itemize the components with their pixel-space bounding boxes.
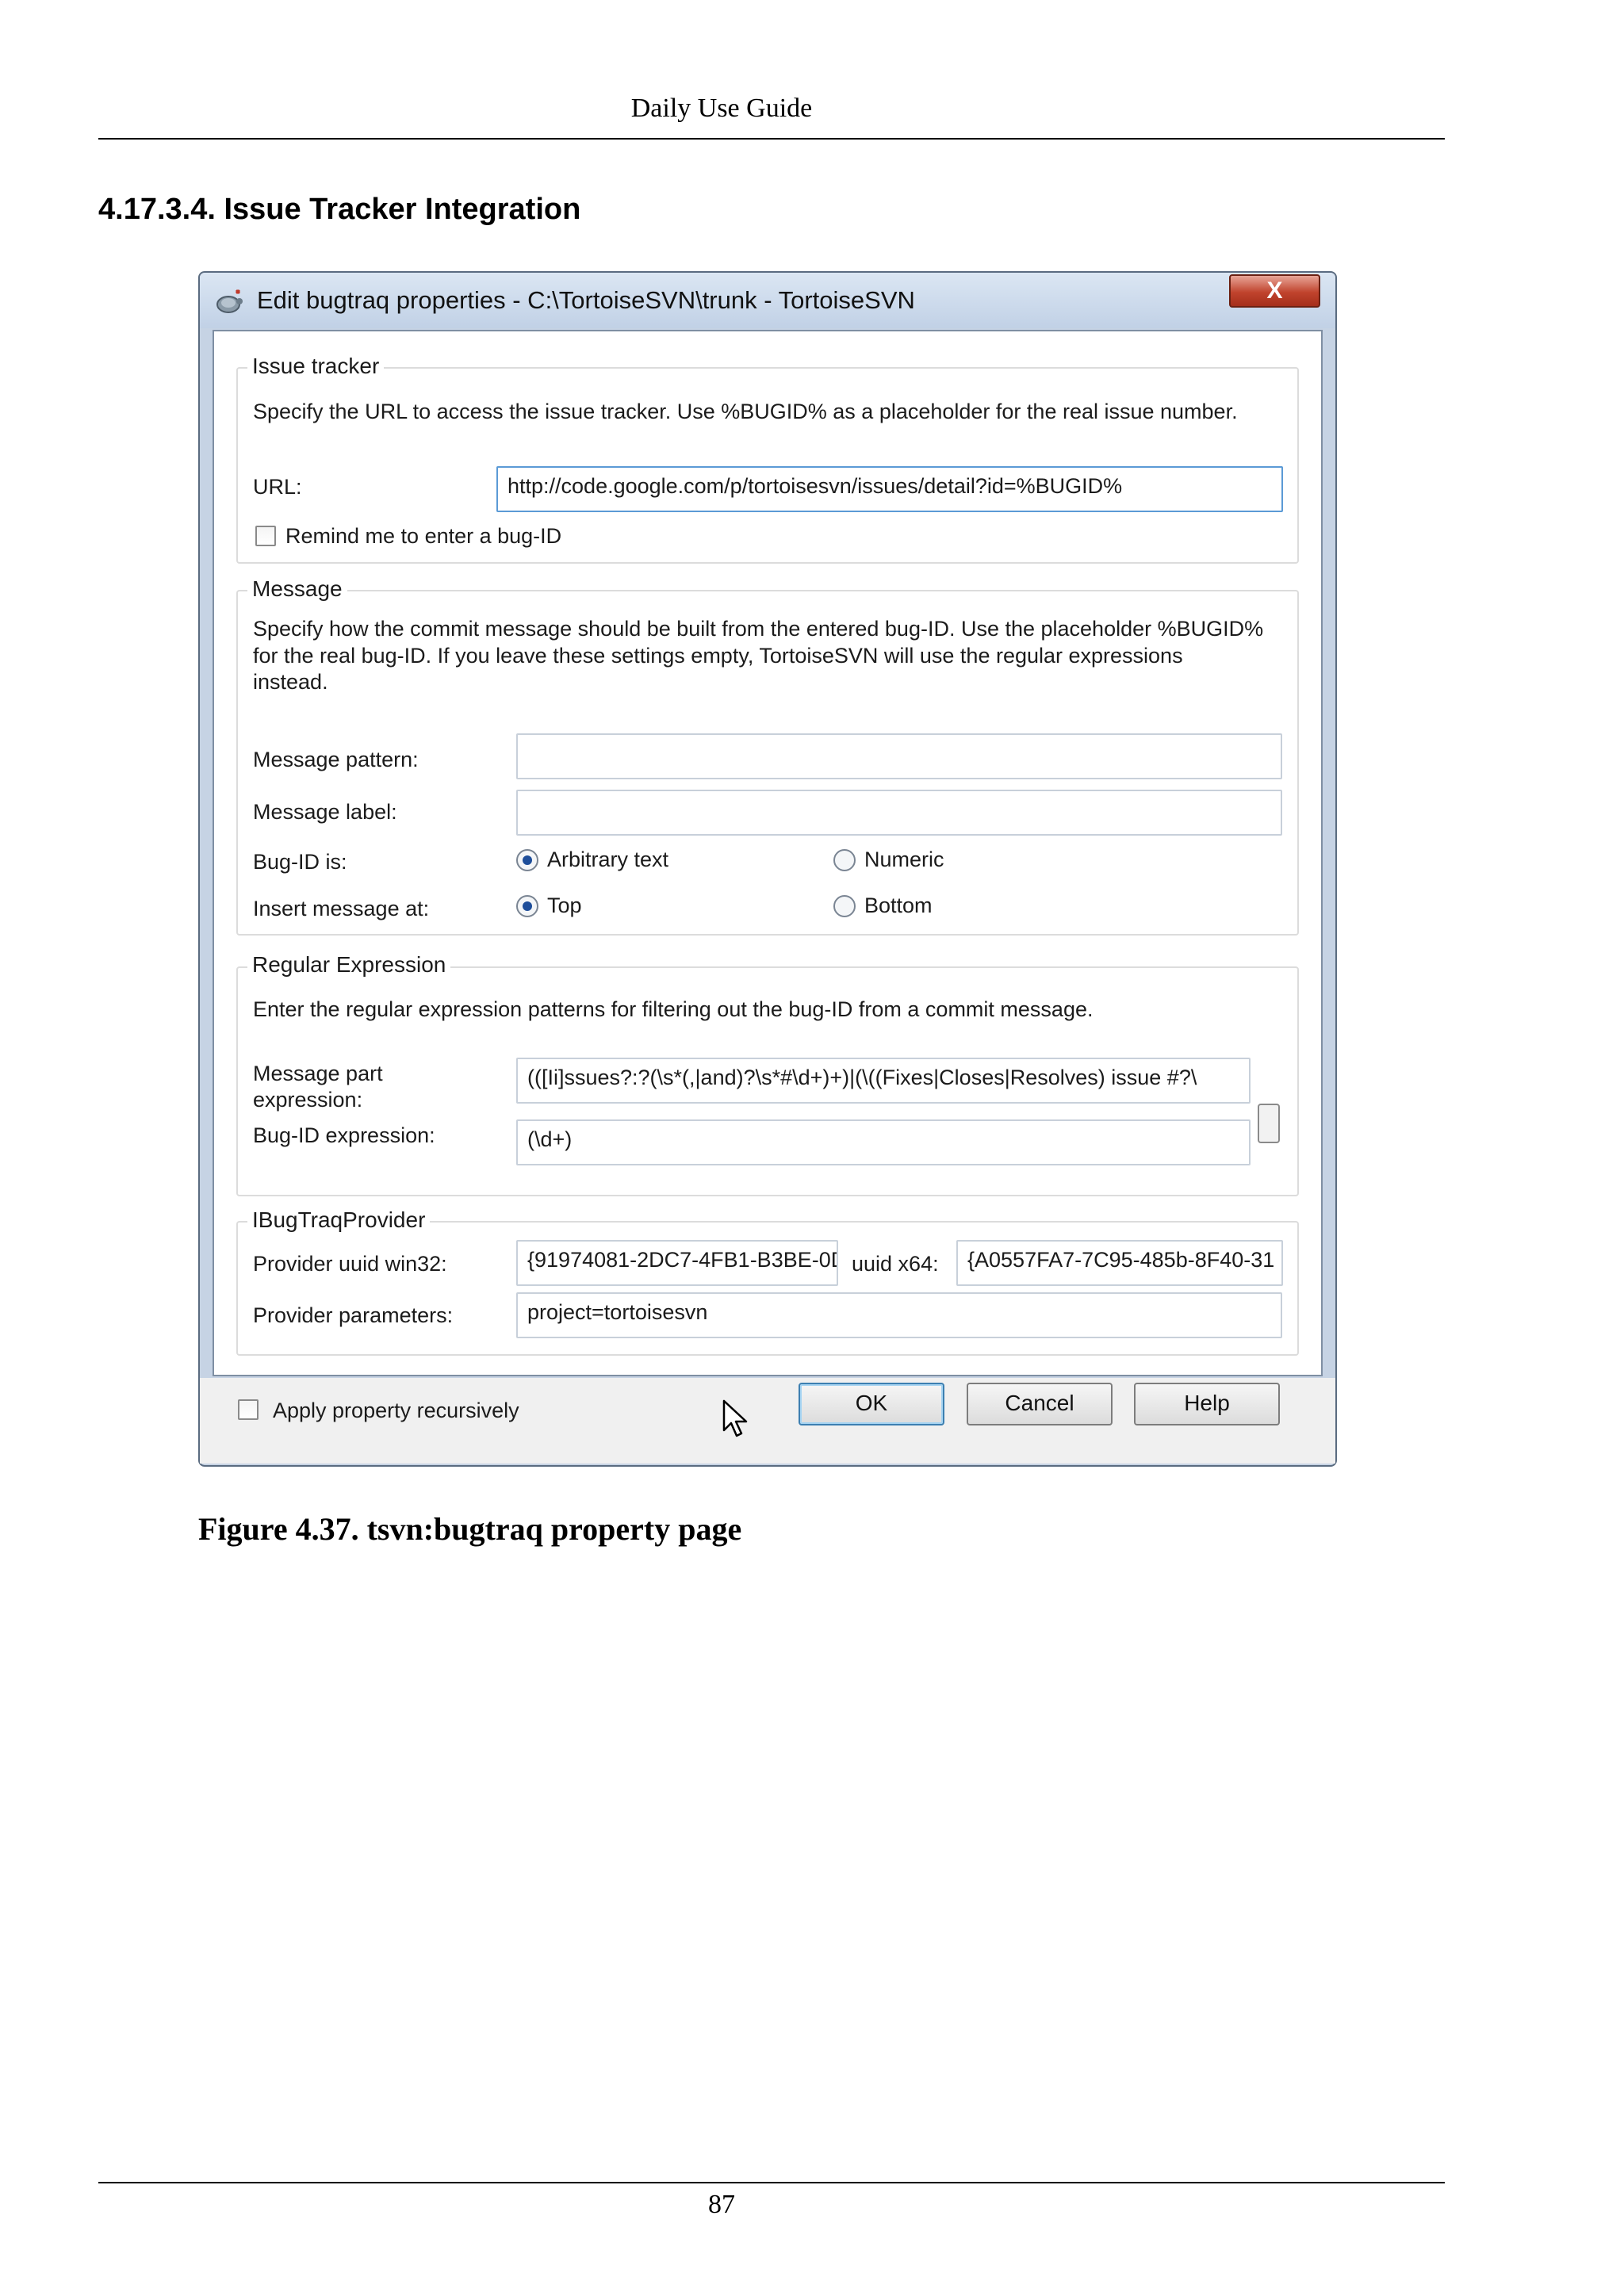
section-title: 4.17.3.4. Issue Tracker Integration (98, 193, 581, 226)
provider-win32-input[interactable]: {91974081-2DC7-4FB1-B3BE-0D (516, 1240, 838, 1286)
close-button[interactable]: X (1229, 274, 1320, 308)
numeric-radio[interactable] (833, 849, 856, 871)
provider-x64-input[interactable]: {A0557FA7-7C95-485b-8F40-31 (956, 1240, 1283, 1286)
message-label-input[interactable] (516, 790, 1282, 836)
dialog-title: Edit bugtraq properties - C:\TortoiseSVN… (257, 286, 915, 314)
numeric-label: Numeric (864, 848, 944, 871)
ok-button[interactable]: OK (799, 1383, 944, 1425)
bottom-radio[interactable] (833, 895, 856, 917)
provider-parameters-label: Provider parameters: (253, 1303, 454, 1327)
message-pattern-label: Message pattern: (253, 748, 419, 771)
message-part-label-line-2: expression: (253, 1088, 363, 1112)
provider-x64-label: uuid x64: (852, 1252, 939, 1276)
scrollbar-thumb[interactable] (1258, 1104, 1280, 1143)
message-description-line-1: Specify how the commit message should be… (253, 617, 1264, 641)
remind-bugid-checkbox[interactable] (255, 526, 276, 546)
help-button[interactable]: Help (1134, 1383, 1280, 1425)
header-rule (98, 138, 1445, 140)
top-radio[interactable] (516, 895, 538, 917)
mouse-cursor-icon (722, 1399, 748, 1437)
regex-description: Enter the regular expression patterns fo… (253, 997, 1094, 1021)
bugid-is-label: Bug-ID is: (253, 850, 347, 874)
url-input[interactable]: http://code.google.com/p/tortoisesvn/iss… (496, 466, 1283, 512)
remind-bugid-label: Remind me to enter a bug-ID (285, 524, 562, 548)
message-legend: Message (247, 576, 347, 602)
footer-rule (98, 2182, 1445, 2183)
tortoise-app-icon (216, 289, 243, 313)
message-part-label-line-1: Message part (253, 1062, 383, 1085)
issue-tracker-legend: Issue tracker (247, 354, 385, 379)
figure-caption: Figure 4.37. tsvn:bugtraq property page (198, 1511, 742, 1547)
top-label: Top (547, 894, 582, 917)
apply-recursively-checkbox[interactable] (238, 1399, 259, 1420)
running-head: Daily Use Guide (630, 94, 813, 123)
apply-recursively-label: Apply property recursively (273, 1399, 519, 1422)
arbitrary-text-label: Arbitrary text (547, 848, 669, 871)
url-label: URL: (253, 475, 302, 499)
message-description-line-2: for the real bug-ID. If you leave these … (253, 644, 1183, 668)
message-part-expression-input[interactable]: (([Ii]ssues?:?(\s*(,|and)?\s*#\d+)+)|(\(… (516, 1058, 1251, 1104)
bugid-expression-input[interactable]: (\d+) (516, 1119, 1251, 1165)
provider-win32-label: Provider uuid win32: (253, 1252, 447, 1276)
message-description-line-3: instead. (253, 670, 328, 694)
arbitrary-text-radio[interactable] (516, 849, 538, 871)
cancel-button[interactable]: Cancel (967, 1383, 1113, 1425)
regex-legend: Regular Expression (247, 952, 451, 978)
provider-legend: IBugTraqProvider (247, 1207, 431, 1233)
page-number: 87 (708, 2190, 735, 2219)
bugid-expression-label: Bug-ID expression: (253, 1123, 435, 1147)
message-label-label: Message label: (253, 800, 397, 824)
issue-tracker-description: Specify the URL to access the issue trac… (253, 400, 1238, 423)
provider-parameters-input[interactable]: project=tortoisesvn (516, 1292, 1282, 1338)
message-pattern-input[interactable] (516, 733, 1282, 779)
bottom-label: Bottom (864, 894, 933, 917)
insert-at-label: Insert message at: (253, 897, 430, 920)
